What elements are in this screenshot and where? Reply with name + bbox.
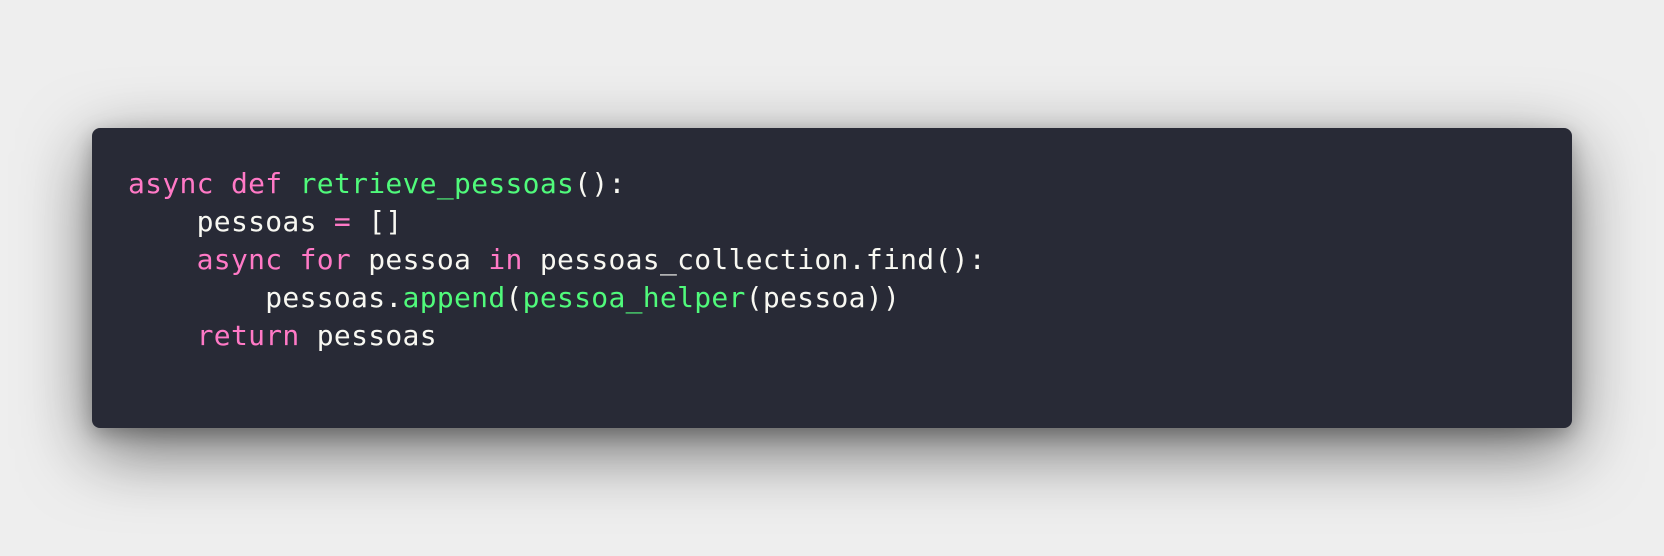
code-function-name: retrieve_pessoas [299, 167, 575, 200]
code-operator: = [333, 205, 352, 238]
code-text: [] [351, 205, 403, 238]
code-text: pessoas. [265, 281, 403, 314]
code-line: async for pessoa in pessoas_collection.f… [128, 241, 1572, 279]
code-line: pessoas.append(pessoa_helper(pessoa)) [128, 279, 1572, 317]
code-text: (pessoa)) [745, 281, 901, 314]
code-text: pessoas [299, 319, 437, 352]
code-keyword: in [488, 243, 523, 276]
code-keyword: async [128, 167, 214, 200]
code-keyword: return [196, 319, 300, 352]
code-line: async def retrieve_pessoas(): [128, 165, 1572, 203]
code-block: async def retrieve_pessoas(): pessoas = … [128, 165, 1572, 355]
code-snippet-window: async def retrieve_pessoas(): pessoas = … [92, 128, 1572, 428]
code-text: pessoas_collection.find(): [522, 243, 986, 276]
code-function-name: pessoa_helper [522, 281, 746, 314]
code-line: return pessoas [128, 317, 1572, 355]
code-text: (): [574, 167, 626, 200]
code-keyword: for [299, 243, 352, 276]
code-text: pessoa [351, 243, 489, 276]
code-text: ( [505, 281, 523, 314]
code-text: pessoas [196, 205, 334, 238]
code-line: pessoas = [] [128, 203, 1572, 241]
code-keyword: def [230, 167, 283, 200]
code-keyword: async [196, 243, 283, 276]
code-function-name: append [402, 281, 506, 314]
